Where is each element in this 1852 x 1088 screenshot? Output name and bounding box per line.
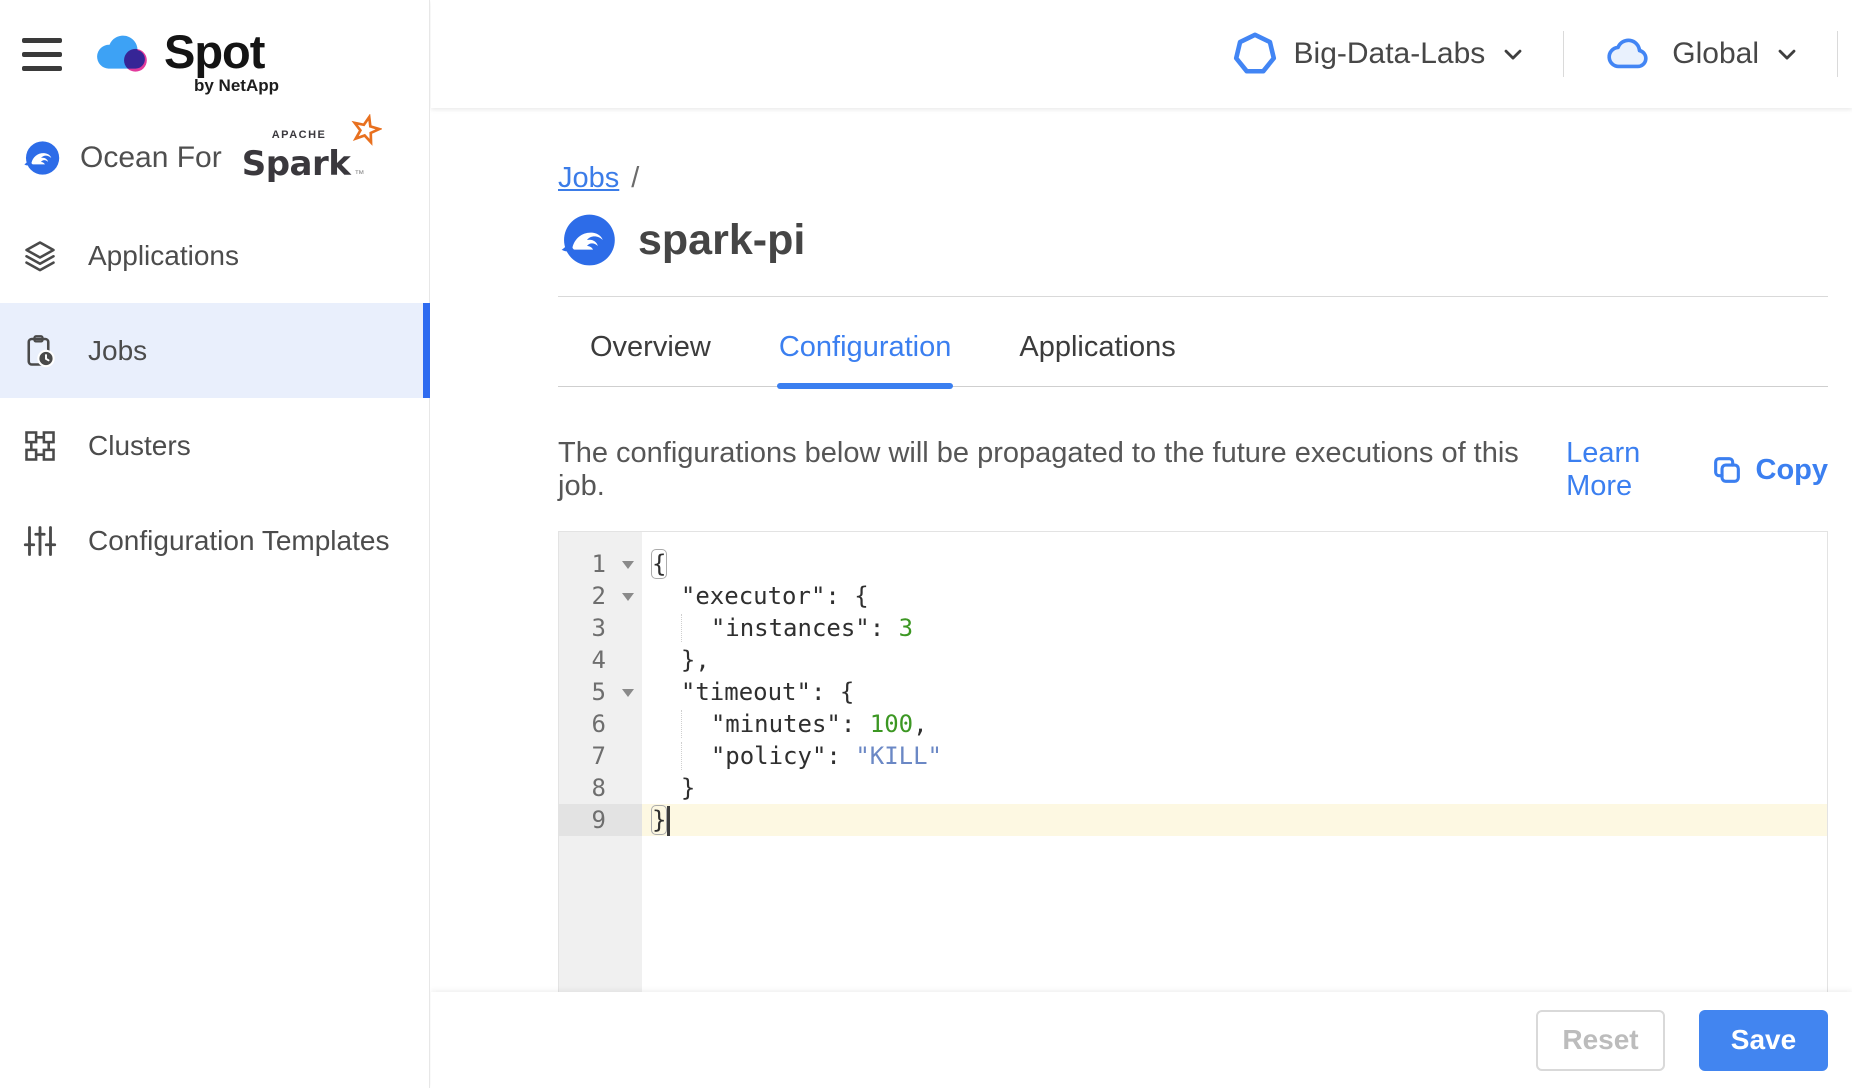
layers-icon <box>22 238 58 274</box>
fold-arrow-icon[interactable] <box>622 593 634 601</box>
line-number[interactable]: 1 <box>559 548 642 580</box>
chevron-down-icon <box>1773 40 1801 68</box>
wave-icon <box>558 211 616 269</box>
line-number-text: 8 <box>592 772 606 804</box>
learn-more-link[interactable]: Learn More <box>1566 437 1709 503</box>
page-title: spark-pi <box>638 216 805 265</box>
copy-label: Copy <box>1756 454 1829 487</box>
code-line-text: } <box>642 804 1827 836</box>
code-line-text: "policy": "KILL" <box>642 740 1827 772</box>
code-line-text: "instances": 3 <box>642 612 1827 644</box>
editor-rows: 1{2 "executor": {3 "instances": 34 },5 "… <box>559 532 1827 836</box>
sidebar-item-label: Configuration Templates <box>88 525 389 557</box>
sidebar-item-label: Applications <box>88 240 239 272</box>
copy-button[interactable]: Copy <box>1710 453 1829 487</box>
line-number-text: 1 <box>592 548 606 580</box>
spark-wordmark: Spark <box>242 144 351 184</box>
scope-selector[interactable]: Global <box>1600 31 1801 77</box>
fold-arrow-icon[interactable] <box>622 561 634 569</box>
tab-overview[interactable]: Overview <box>588 297 713 386</box>
code-line-text: }, <box>642 644 1827 676</box>
editor-line[interactable]: 8 } <box>559 772 1827 804</box>
line-number-text: 6 <box>592 708 606 740</box>
text-cursor <box>667 806 670 836</box>
code-line-text: } <box>642 772 1827 804</box>
sidebar-item-clusters[interactable]: Clusters <box>0 398 429 493</box>
sidebar-item-label: Jobs <box>88 335 147 367</box>
header-divider <box>1837 31 1838 77</box>
editor-line[interactable]: 3 "instances": 3 <box>559 612 1827 644</box>
sidebar-item-configuration-templates[interactable]: Configuration Templates <box>0 493 429 588</box>
hamburger-menu-icon[interactable] <box>22 38 62 71</box>
ocean-for-spark-logo[interactable]: Ocean For APACHE Spark ™ <box>22 132 380 184</box>
tab-applications[interactable]: Applications <box>1017 297 1177 386</box>
line-number-text: 5 <box>592 676 606 708</box>
sidebar-item-label: Clusters <box>88 430 191 462</box>
product-prefix: Ocean For <box>80 141 222 175</box>
code-line-text: "minutes": 100, <box>642 708 1827 740</box>
copy-icon <box>1710 453 1744 487</box>
brand-name: Spot <box>164 30 279 74</box>
editor-line[interactable]: 1{ <box>559 548 1827 580</box>
sidebar: Spot by NetApp Ocean For APACHE Spark ™ … <box>0 0 430 1088</box>
line-number[interactable]: 5 <box>559 676 642 708</box>
brand-byline: by NetApp <box>194 76 279 96</box>
line-number[interactable]: 4 <box>559 644 642 676</box>
editor-line[interactable]: 2 "executor": { <box>559 580 1827 612</box>
wave-icon <box>22 139 60 177</box>
breadcrumb-jobs-link[interactable]: Jobs <box>558 162 619 195</box>
top-header: Big-Data-Labs Global <box>431 0 1852 108</box>
line-number-text: 3 <box>592 612 606 644</box>
line-number[interactable]: 2 <box>559 580 642 612</box>
spot-cloud-icon <box>94 30 152 96</box>
code-line-text: { <box>642 548 1827 580</box>
tab-bar: Overview Configuration Applications <box>558 297 1828 387</box>
line-number[interactable]: 8 <box>559 772 642 804</box>
line-number[interactable]: 9 <box>559 804 642 836</box>
save-button[interactable]: Save <box>1699 1010 1828 1071</box>
code-line-text: "timeout": { <box>642 676 1827 708</box>
header-divider <box>1563 31 1564 77</box>
tab-configuration[interactable]: Configuration <box>777 297 954 386</box>
line-number[interactable]: 6 <box>559 708 642 740</box>
trademark-symbol: ™ <box>354 169 364 180</box>
reset-button[interactable]: Reset <box>1536 1010 1665 1071</box>
editor-line[interactable]: 4 }, <box>559 644 1827 676</box>
org-label: Big-Data-Labs <box>1294 37 1486 71</box>
sliders-icon <box>22 523 58 559</box>
scope-label: Global <box>1672 37 1759 71</box>
line-number-text: 7 <box>592 740 606 772</box>
editor-line[interactable]: 6 "minutes": 100, <box>559 708 1827 740</box>
code-line-text: "executor": { <box>642 580 1827 612</box>
cluster-icon <box>22 428 58 464</box>
line-number[interactable]: 3 <box>559 612 642 644</box>
breadcrumb: Jobs / <box>558 160 1828 196</box>
editor-line[interactable]: 7 "policy": "KILL" <box>559 740 1827 772</box>
json-editor[interactable]: 1{2 "executor": {3 "instances": 34 },5 "… <box>558 531 1828 992</box>
action-footer: Reset Save <box>431 992 1852 1088</box>
org-selector[interactable]: Big-Data-Labs <box>1232 31 1528 77</box>
sidebar-item-applications[interactable]: Applications <box>0 208 429 303</box>
breadcrumb-separator: / <box>631 162 639 195</box>
main-area: Big-Data-Labs Global Jobs / <box>431 0 1852 1088</box>
editor-line[interactable]: 9} <box>559 804 1827 836</box>
line-number-text: 4 <box>592 644 606 676</box>
spot-logo: Spot by NetApp <box>94 30 279 96</box>
chevron-down-icon <box>1499 40 1527 68</box>
heptagon-icon <box>1232 31 1278 77</box>
clipboard-clock-icon <box>22 333 58 369</box>
editor-line[interactable]: 5 "timeout": { <box>559 676 1827 708</box>
apache-label: APACHE <box>272 129 327 141</box>
spark-star-icon <box>350 114 382 146</box>
sidebar-item-jobs[interactable]: Jobs <box>0 303 429 398</box>
page-content: Jobs / spark-pi Overview Configuration App… <box>431 108 1852 992</box>
line-number-text: 2 <box>592 580 606 612</box>
line-number-text: 9 <box>592 804 606 836</box>
line-number[interactable]: 7 <box>559 740 642 772</box>
config-description: The configurations below will be propaga… <box>558 437 1540 503</box>
apache-spark-logo: APACHE Spark ™ <box>242 132 381 184</box>
sidebar-menu: Applications Jobs Clusters Configuration Te… <box>0 208 429 588</box>
cloud-icon <box>1600 31 1656 77</box>
fold-arrow-icon[interactable] <box>622 689 634 697</box>
